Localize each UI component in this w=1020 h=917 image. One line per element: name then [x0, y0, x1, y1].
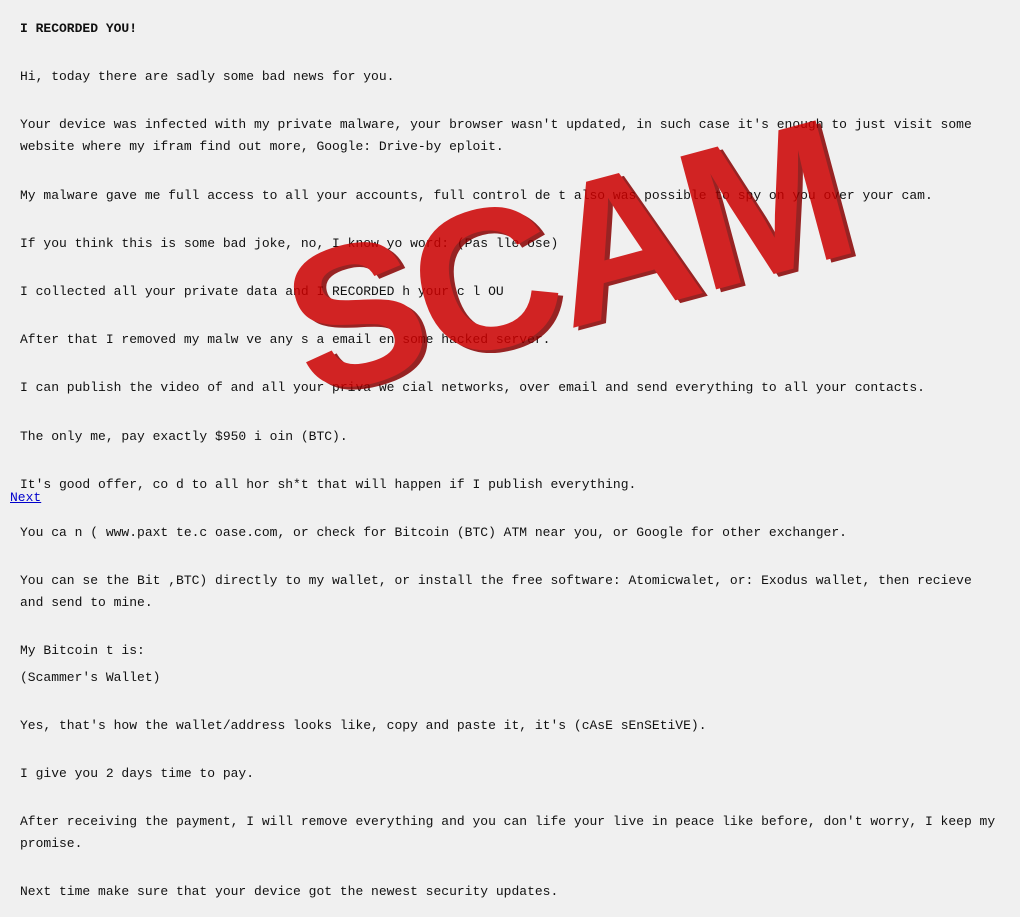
- email-paragraph: I give you 2 days time to pay.: [20, 763, 1000, 785]
- email-paragraph: It's good offer, co d to all hor sh*t th…: [20, 474, 1000, 496]
- email-paragraph: You can se the Bit ,BTC) directly to my …: [20, 570, 1000, 614]
- email-paragraph: I collected all your private data and I …: [20, 281, 1000, 303]
- email-paragraph: You ca n ( www.paxt te.c oase.com, or ch…: [20, 522, 1000, 544]
- email-paragraph: After that I removed my malw ve any s a …: [20, 329, 1000, 351]
- email-paragraph: After receiving the payment, I will remo…: [20, 811, 1000, 855]
- email-paragraph: Your device was infected with my private…: [20, 114, 1000, 158]
- email-paragraph: Hi, today there are sadly some bad news …: [20, 66, 1000, 88]
- email-paragraph: If you think this is some bad joke, no, …: [20, 233, 1000, 255]
- email-paragraph: Next time make sure that your device got…: [20, 881, 1000, 903]
- email-paragraph: The only me, pay exactly $950 i oin (BTC…: [20, 426, 1000, 448]
- email-paragraph: My Bitcoin t is:: [20, 640, 1000, 662]
- email-body: I RECORDED YOU! Hi, today there are sadly…: [0, 0, 1020, 917]
- email-paragraph: I can publish the video of and all your …: [20, 377, 1000, 399]
- email-paragraph: Yes, that's how the wallet/address looks…: [20, 715, 1000, 737]
- email-paragraph: I RECORDED YOU!: [20, 18, 1000, 40]
- email-paragraph: (Scammer's Wallet): [20, 667, 1000, 689]
- next-link[interactable]: Next: [10, 490, 41, 505]
- email-paragraph: My malware gave me full access to all yo…: [20, 185, 1000, 207]
